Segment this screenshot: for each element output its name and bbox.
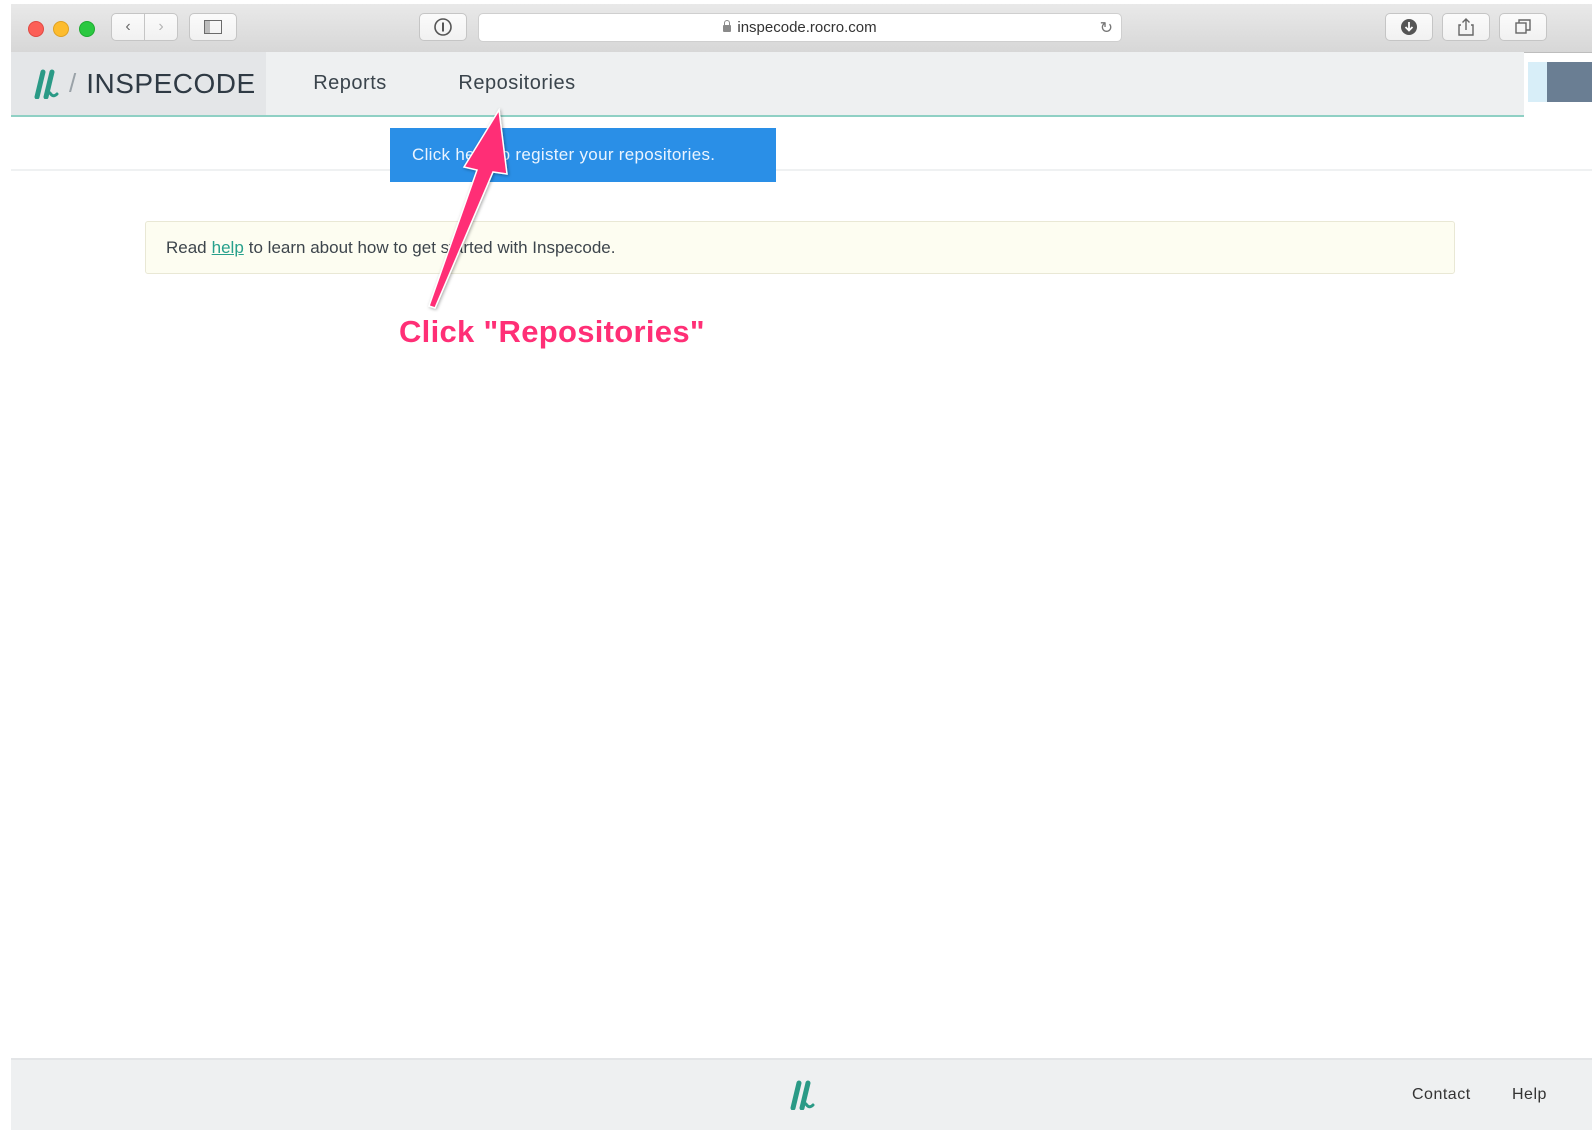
download-icon — [1401, 19, 1417, 35]
sidebar-toggle-button[interactable] — [189, 13, 237, 41]
getting-started-notice: Read help to learn about how to get star… — [145, 221, 1455, 274]
brand-name: INSPECODE — [86, 67, 256, 99]
inspecode-logo-icon — [34, 69, 59, 99]
nav-reports[interactable]: Reports — [266, 52, 434, 115]
tabs-icon — [1515, 19, 1531, 34]
forward-button[interactable]: › — [144, 13, 178, 41]
nav-repositories[interactable]: Repositories — [434, 52, 600, 115]
subheader-divider — [11, 169, 1592, 171]
footer-contact-link[interactable]: Contact — [1412, 1086, 1471, 1104]
register-repositories-tooltip: Click here to register your repositories… — [390, 128, 776, 182]
browser-toolbar: ‹ › inspecode.rocro.com ↻ — [11, 4, 1592, 53]
chevron-right-icon: › — [158, 18, 164, 35]
close-window-button[interactable] — [28, 21, 44, 37]
nav-repositories-label: Repositories — [458, 72, 576, 94]
address-bar[interactable]: inspecode.rocro.com ↻ — [478, 13, 1122, 42]
chevron-left-icon: ‹ — [125, 18, 131, 35]
browser-window: ‹ › inspecode.rocro.com ↻ / INSPECODE Re… — [11, 4, 1592, 1130]
lock-icon — [723, 20, 732, 32]
annotation-arrow — [428, 107, 508, 309]
brand-separator: / — [69, 68, 77, 98]
tooltip-text: Click here to register your repositories… — [412, 145, 716, 164]
share-button[interactable] — [1442, 13, 1490, 41]
reload-icon[interactable]: ↻ — [1100, 18, 1113, 38]
downloads-button[interactable] — [1385, 13, 1433, 41]
app-navbar: / INSPECODE Reports Repositories — [11, 52, 1524, 117]
page-footer: Contact Help — [11, 1058, 1592, 1130]
info-circle-icon — [434, 18, 452, 36]
privacy-report-button[interactable] — [419, 13, 467, 41]
show-tabs-button[interactable] — [1499, 13, 1547, 41]
zoom-window-button[interactable] — [79, 21, 95, 37]
brand-home-link[interactable]: / INSPECODE — [11, 52, 266, 115]
sidebar-icon — [204, 20, 222, 34]
help-link[interactable]: help — [212, 238, 244, 258]
share-icon — [1458, 18, 1474, 36]
nav-reports-label: Reports — [313, 72, 387, 94]
footer-logo-icon — [790, 1080, 815, 1110]
back-button[interactable]: ‹ — [111, 13, 145, 41]
address-text: inspecode.rocro.com — [737, 19, 877, 36]
footer-help-link[interactable]: Help — [1512, 1086, 1547, 1104]
annotation-text: Click "Repositories" — [399, 314, 705, 349]
notice-suffix: to learn about how to get started with I… — [248, 237, 616, 257]
notice-prefix: Read — [166, 237, 207, 257]
minimize-window-button[interactable] — [53, 21, 69, 37]
user-avatar[interactable] — [1528, 62, 1592, 102]
